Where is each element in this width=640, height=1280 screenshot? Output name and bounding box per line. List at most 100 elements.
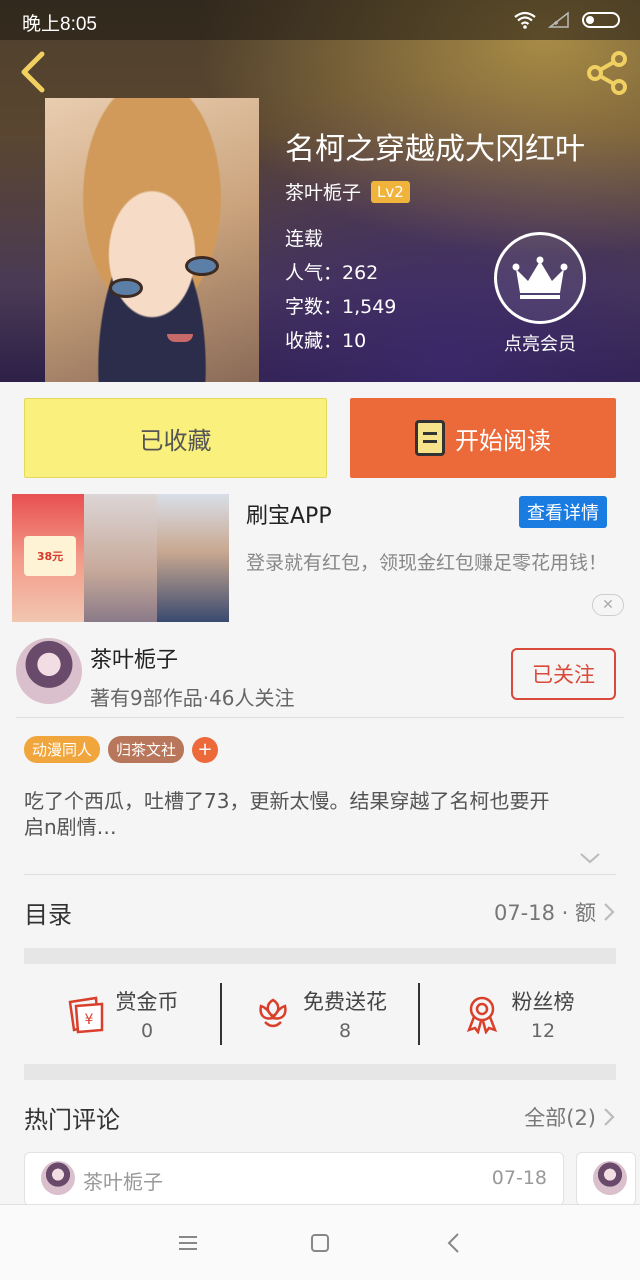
- status-icons: [514, 10, 620, 30]
- svg-text:¥: ¥: [84, 1012, 93, 1028]
- comments-header: 热门评论 全部(2): [24, 1084, 616, 1150]
- comment-avatar: [593, 1161, 627, 1195]
- action-bar: 已收藏 开始阅读: [0, 382, 640, 490]
- back-button[interactable]: [14, 48, 54, 96]
- catalog-latest-text: 07-18 · 额: [493, 901, 596, 925]
- reward-coin-button[interactable]: ¥ 赏金币 0: [24, 986, 220, 1042]
- ribbon-icon: [466, 996, 497, 1034]
- fan-ranking-button[interactable]: 粉丝榜 12: [418, 983, 616, 1045]
- send-flower-button[interactable]: 免费送花 8: [220, 983, 418, 1045]
- home-square-icon: [311, 1234, 329, 1252]
- book-cover[interactable]: [45, 98, 259, 382]
- author-name: 茶叶栀子: [285, 182, 362, 204]
- expand-intro-button[interactable]: [578, 848, 602, 868]
- comment-card[interactable]: [576, 1152, 636, 1206]
- ad-title: 刷宝APP: [246, 504, 332, 529]
- vip-label: 点亮会员: [504, 334, 576, 355]
- red-envelope-icon: ¥: [68, 996, 103, 1034]
- stat-value: 8: [338, 1020, 352, 1042]
- author-card-name[interactable]: 茶叶栀子: [90, 642, 178, 674]
- add-tag-button[interactable]: +: [192, 736, 219, 763]
- start-reading-label: 开始阅读: [455, 426, 551, 455]
- author-card: 茶叶栀子 著有9部作品·46人关注 已关注: [0, 628, 640, 718]
- chevron-left-icon: [21, 51, 45, 93]
- stat-value: 12: [530, 1020, 556, 1042]
- start-reading-button[interactable]: 开始阅读: [350, 398, 616, 478]
- crown-icon: [512, 256, 568, 299]
- menu-button[interactable]: [168, 1227, 208, 1259]
- book-state: 连载: [285, 228, 324, 250]
- cover-mouth: [167, 334, 193, 342]
- catalog-latest: 07-18 · 额: [494, 897, 616, 927]
- cover-eye: [185, 256, 219, 276]
- stat-text: 粉丝榜 12: [512, 986, 575, 1042]
- status-bar: 晚上8:05: [0, 0, 640, 40]
- book-popularity: 人气：262: [285, 262, 379, 284]
- ad-red-envelope: 38元: [24, 536, 76, 576]
- share-button[interactable]: [584, 50, 630, 96]
- comment-date: 07-18: [491, 1167, 547, 1189]
- home-button[interactable]: [300, 1227, 340, 1259]
- author-stats: 著有9部作品·46人关注: [90, 686, 295, 710]
- system-nav-bar: [0, 1204, 640, 1280]
- all-comments-link[interactable]: 全部(2): [524, 1102, 616, 1132]
- cover-eye: [109, 278, 143, 298]
- ad-close-button[interactable]: ✕: [592, 594, 624, 616]
- ad-description: 登录就有红包，领现金红包赚足零花用钱！: [246, 552, 608, 574]
- level-badge: Lv2: [371, 180, 410, 203]
- catalog-title: 目录: [24, 900, 72, 929]
- catalog-row[interactable]: 目录 07-18 · 额: [24, 876, 616, 948]
- section-separator: [24, 1064, 616, 1080]
- stat-label: 粉丝榜: [511, 990, 575, 1014]
- book-title: 名柯之穿越成大冈红叶: [285, 132, 585, 167]
- status-time: 晚上8:05: [22, 14, 97, 35]
- wifi-icon: [514, 11, 536, 29]
- divider: [24, 874, 616, 875]
- comments-title: 热门评论: [24, 1105, 120, 1134]
- ad-banner[interactable]: 38元 刷宝APP 查看详情 登录就有红包，领现金红包赚足零花用钱！ ✕: [0, 490, 640, 628]
- ad-image-panel: [84, 494, 157, 622]
- ad-image[interactable]: 38元: [12, 494, 229, 622]
- stat-label: 免费送花: [303, 990, 387, 1014]
- vip-button[interactable]: 点亮会员: [494, 232, 586, 356]
- section-separator: [24, 948, 616, 964]
- menu-icon: [179, 1236, 197, 1250]
- divider: [16, 717, 624, 718]
- share-icon: [587, 51, 627, 95]
- book-icon: [415, 420, 445, 456]
- system-back-button[interactable]: [434, 1227, 474, 1259]
- favorite-button[interactable]: 已收藏: [24, 398, 327, 478]
- interaction-stats: ¥ 赏金币 0 免费送花 8 粉丝榜 12: [24, 964, 616, 1064]
- stat-text: 免费送花 8: [303, 986, 387, 1042]
- chevron-right-icon: [604, 903, 615, 921]
- flower-icon: [259, 998, 287, 1028]
- stat-value: 0: [140, 1020, 154, 1042]
- all-comments-label: 全部(2): [524, 1106, 596, 1130]
- follow-label: 已关注: [532, 663, 595, 687]
- ad-image-panel: 38元: [12, 494, 85, 622]
- book-favorites: 收藏：10: [285, 330, 367, 352]
- comment-card[interactable]: 茶叶栀子 07-18: [24, 1152, 564, 1206]
- ad-detail-button[interactable]: 查看详情: [519, 496, 607, 528]
- book-word-count: 字数：1,549: [285, 296, 397, 318]
- comment-avatar[interactable]: [41, 1161, 75, 1195]
- tag-list: 动漫同人 归茶文社 +: [24, 736, 219, 763]
- author-avatar[interactable]: [16, 638, 82, 704]
- stat-label: 赏金币: [115, 990, 179, 1014]
- book-intro: 吃了个西瓜，吐槽了73，更新太慢。结果穿越了名柯也要开启n剧情…: [24, 789, 550, 839]
- close-icon: ✕: [602, 597, 614, 613]
- stat-text: 赏金币 0: [116, 986, 179, 1042]
- favorite-label: 已收藏: [139, 426, 212, 455]
- tag-item[interactable]: 动漫同人: [24, 736, 101, 763]
- signal-icon: [548, 11, 569, 28]
- back-triangle-icon: [447, 1233, 459, 1253]
- author-row[interactable]: 茶叶栀子 Lv2: [285, 178, 410, 205]
- ad-image-panel: [156, 494, 229, 622]
- chevron-right-icon: [604, 1108, 615, 1126]
- vip-badge: [494, 232, 586, 324]
- tag-item[interactable]: 归茶文社: [108, 736, 185, 763]
- comment-author: 茶叶栀子: [83, 1170, 163, 1194]
- book-header: 晚上8:05 名柯之穿越成大冈红叶 茶叶栀子 Lv2 连载 人气：262 字数：…: [0, 0, 640, 382]
- battery-icon: [582, 12, 620, 28]
- follow-button[interactable]: 已关注: [511, 648, 616, 700]
